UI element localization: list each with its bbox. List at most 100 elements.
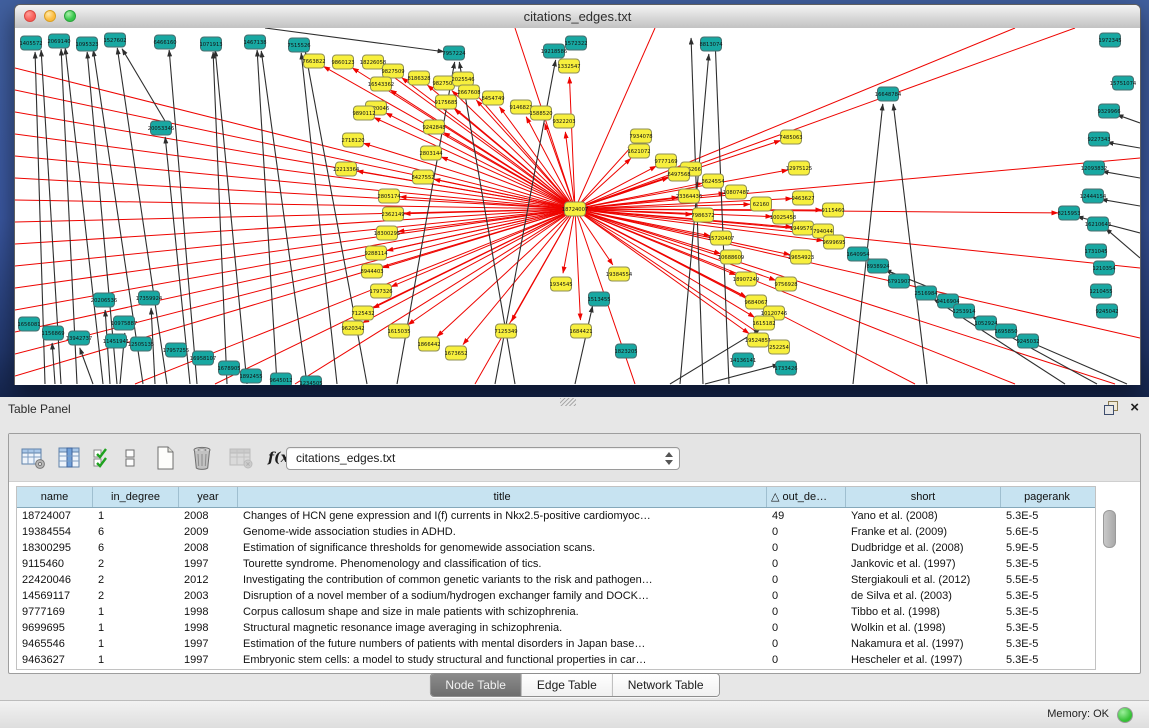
network-node[interactable]: 3624554	[701, 174, 725, 188]
network-node[interactable]: 62160	[751, 197, 772, 211]
network-node[interactable]: 9115460	[821, 203, 844, 217]
network-node[interactable]: 1866442	[417, 337, 440, 351]
network-node[interactable]: 10025458	[770, 210, 796, 224]
network-node[interactable]: 1156869	[41, 326, 64, 340]
column-header-in_degree[interactable]: in_degree	[93, 487, 179, 507]
select-all-icon[interactable]	[92, 446, 113, 470]
network-node[interactable]: 19218586	[541, 44, 567, 58]
network-node[interactable]: 9645012	[269, 373, 292, 385]
network-node[interactable]: 7125349	[494, 324, 517, 338]
table-row[interactable]: 1938455462009Genome-wide association stu…	[17, 524, 1095, 540]
network-node[interactable]: 7515526	[287, 38, 310, 52]
network-node[interactable]: 9245032	[1016, 334, 1039, 348]
network-node[interactable]: 9175685	[434, 95, 457, 109]
network-node[interactable]: 1210354	[1092, 261, 1116, 275]
network-node[interactable]: 18724007	[562, 202, 588, 216]
network-node[interactable]: 2805174	[377, 189, 401, 203]
network-node[interactable]: 1797326	[369, 284, 392, 298]
network-node[interactable]: 1934545	[549, 277, 572, 291]
network-node[interactable]: 6791907	[887, 274, 910, 288]
table-scrollbar[interactable]	[1102, 508, 1116, 668]
network-node[interactable]: 7125432	[351, 306, 374, 320]
network-node[interactable]: 2516984	[914, 286, 938, 300]
table-row[interactable]: 1456911722003Disruption of a novel membe…	[17, 588, 1095, 604]
network-node[interactable]: 1673652	[444, 346, 467, 360]
network-node[interactable]: 1513455	[587, 292, 610, 306]
network-node[interactable]: 1972345	[1098, 33, 1121, 47]
network-node[interactable]: 9756928	[774, 277, 797, 291]
network-node[interactable]: 8813074	[699, 37, 723, 51]
network-node[interactable]: 16543362	[368, 77, 394, 91]
network-node[interactable]: 2069140	[47, 34, 70, 48]
network-node[interactable]: 12213364	[333, 162, 360, 176]
network-node[interactable]: 1588520	[529, 106, 552, 120]
network-node[interactable]: 10975887	[111, 316, 137, 330]
network-node[interactable]: 9860123	[331, 55, 354, 69]
network-node[interactable]: 9242848	[422, 120, 445, 134]
network-node[interactable]: 8938924	[866, 259, 890, 273]
network-node[interactable]: 7934078	[629, 129, 652, 143]
network-node[interactable]: 19654923	[788, 250, 814, 264]
network-node[interactable]: 1253914	[952, 304, 976, 318]
close-panel-icon[interactable]: ×	[1130, 401, 1139, 415]
table-select-dropdown[interactable]: citations_edges.txt	[286, 447, 680, 470]
column-header-short[interactable]: short	[846, 487, 1001, 507]
network-node[interactable]: 16958107	[190, 351, 216, 365]
network-node[interactable]: 17957255	[163, 343, 189, 357]
network-node[interactable]: 19384554	[606, 267, 633, 281]
network-node[interactable]: 12093832	[1081, 161, 1107, 175]
network-node[interactable]: 1695850	[994, 324, 1017, 338]
network-node[interactable]: 1572322	[564, 36, 587, 50]
tab-network-table[interactable]: Network Table	[613, 674, 719, 696]
network-node[interactable]: 9777169	[654, 154, 677, 168]
table-row[interactable]: 977716911998Corpus callosum shape and si…	[17, 604, 1095, 620]
network-node[interactable]: 10807487	[723, 185, 749, 199]
network-node[interactable]: 15751074	[1110, 76, 1137, 90]
network-node[interactable]: 9288114	[364, 246, 388, 260]
network-node[interactable]: 252254	[769, 340, 790, 354]
network-node[interactable]: 1892455	[239, 369, 262, 383]
network-node[interactable]: 1823205	[614, 344, 637, 358]
network-node[interactable]: 8454749	[481, 91, 504, 105]
table-row[interactable]: 1872400712008Changes of HCN gene express…	[17, 508, 1095, 524]
network-node[interactable]: 9245042	[1095, 304, 1118, 318]
network-node[interactable]: 16648784	[875, 87, 902, 101]
network-node[interactable]: 1615035	[387, 324, 410, 338]
network-node[interactable]: 14136141	[730, 353, 756, 367]
network-node[interactable]: 23364436	[676, 189, 702, 203]
network-node[interactable]: 1332547	[557, 59, 580, 73]
network-node[interactable]: 2803144	[419, 146, 443, 160]
table-settings-icon[interactable]	[20, 446, 46, 470]
network-view[interactable]: 1872400776638229860123182260589827509165…	[15, 28, 1140, 385]
network-node[interactable]: 9227343	[1087, 132, 1110, 146]
network-node[interactable]: 17359924	[136, 291, 163, 305]
network-node[interactable]: 1052924	[974, 316, 998, 330]
network-node[interactable]: 7957224	[442, 46, 466, 60]
network-node[interactable]: 15720407	[708, 231, 734, 245]
column-header-year[interactable]: year	[179, 487, 238, 507]
network-node[interactable]: 7986372	[691, 208, 714, 222]
row-toggle-icon[interactable]	[124, 446, 136, 470]
table-row[interactable]: 2242004622012Investigating the contribut…	[17, 572, 1095, 588]
network-node[interactable]: 12444154	[1080, 189, 1107, 203]
network-node[interactable]: 11451941	[103, 334, 129, 348]
network-node[interactable]: 6497568	[667, 167, 690, 181]
network-node[interactable]: 1527602	[103, 33, 126, 47]
show-column-icon[interactable]	[57, 446, 81, 470]
citation-network-canvas[interactable]: 1872400776638229860123182260589827509165…	[15, 28, 1140, 385]
column-header-title[interactable]: title	[238, 487, 767, 507]
network-node[interactable]: 9322203	[552, 114, 575, 128]
column-header-pagerank[interactable]: pagerank	[1001, 487, 1093, 507]
network-node[interactable]: 18907249	[733, 272, 759, 286]
network-node[interactable]: 1467138	[243, 35, 266, 49]
network-node[interactable]: 1071913	[199, 37, 222, 51]
network-node[interactable]: 19524851	[745, 333, 771, 347]
network-node[interactable]: 16210643	[1085, 217, 1111, 231]
window-titlebar[interactable]: citations_edges.txt	[15, 5, 1140, 29]
network-node[interactable]: 13942737	[66, 331, 92, 345]
table-row[interactable]: 946554611997Estimation of the future num…	[17, 636, 1095, 652]
network-node[interactable]: 9827509	[381, 64, 404, 78]
table-row[interactable]: 969969511998Structural magnetic resonanc…	[17, 620, 1095, 636]
network-node[interactable]: 8944403	[360, 264, 383, 278]
network-node[interactable]: 1640954	[846, 247, 870, 261]
